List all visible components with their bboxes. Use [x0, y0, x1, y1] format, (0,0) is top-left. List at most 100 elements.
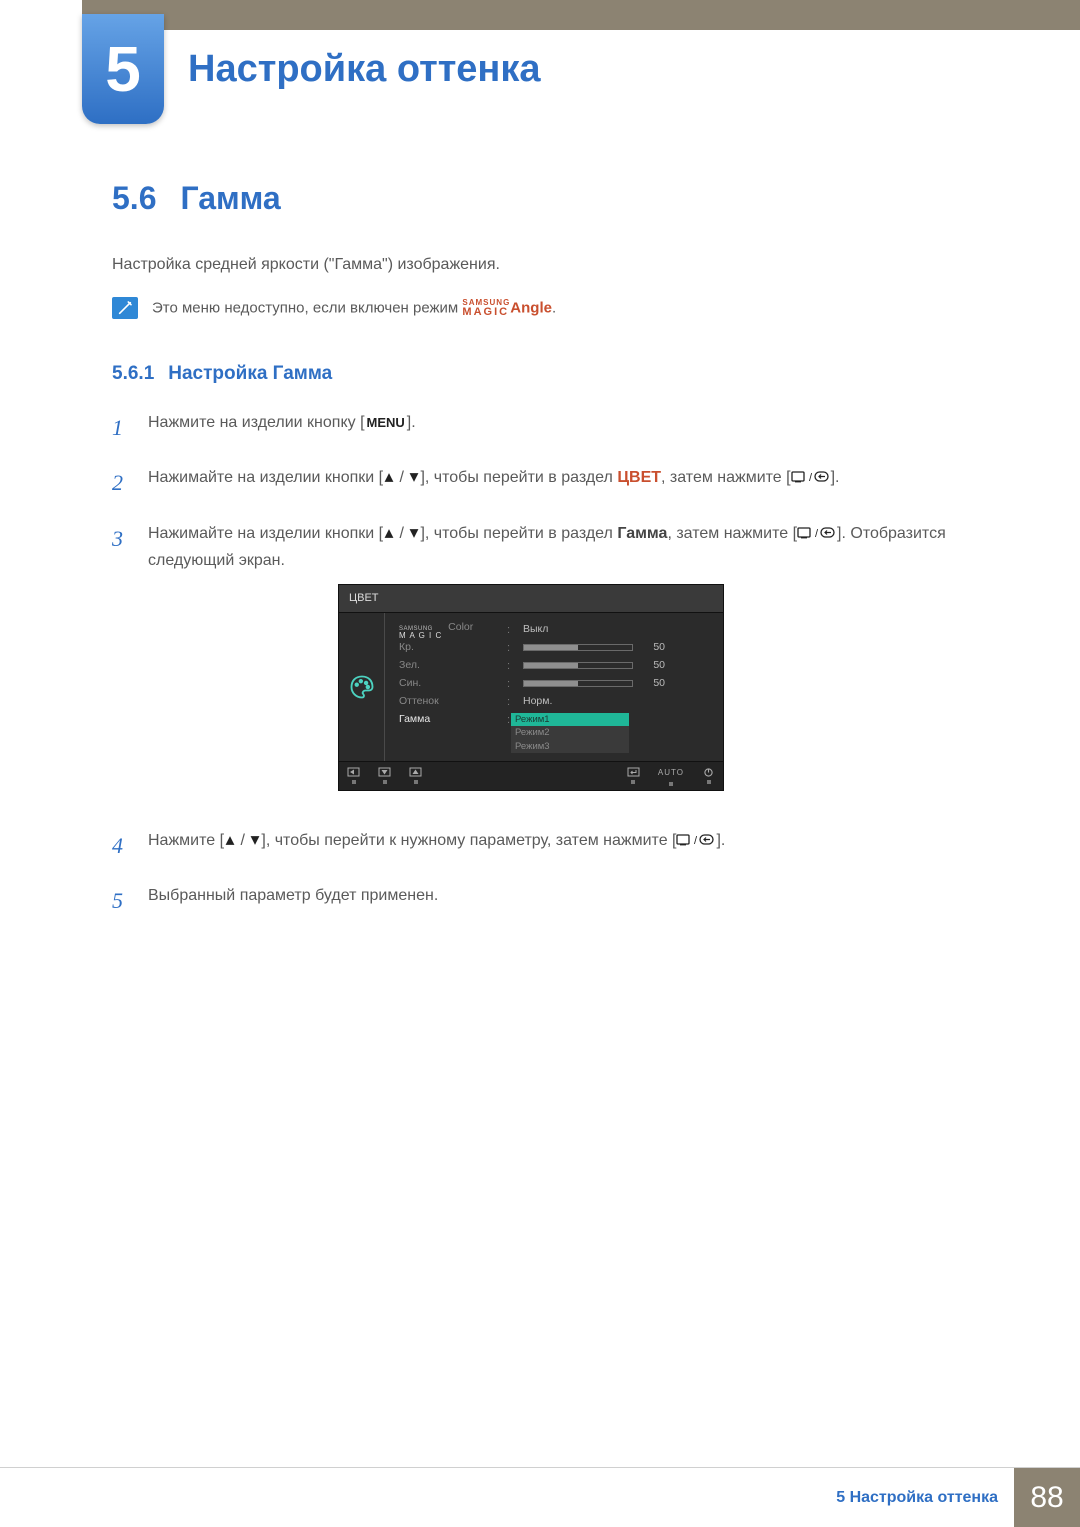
steps-list: 1 Нажмите на изделии кнопку [MENU]. 2 На… — [112, 409, 990, 919]
t: Color — [448, 621, 473, 633]
osd-body: SAMSUNG M A G I C Color : Выкл — [339, 613, 723, 761]
t: AUTO — [658, 766, 684, 780]
keyword-color: ЦВЕТ — [617, 469, 661, 486]
t: Нажмите [ — [148, 832, 224, 849]
osd-footer-power-icon — [702, 767, 715, 784]
slider-bar — [523, 662, 633, 669]
brand-bottom: MAGIC — [462, 307, 510, 318]
slider-fill — [524, 645, 578, 650]
step-5: 5 Выбранный параметр будет применен. — [112, 882, 990, 919]
source-return-icon: / — [676, 833, 716, 847]
t: ], чтобы перейти в раздел — [420, 469, 617, 486]
osd-screenshot: ЦВЕТ — [338, 584, 990, 790]
t: ]. — [831, 469, 840, 486]
note-icon — [112, 297, 138, 319]
step-number: 5 — [112, 882, 130, 919]
osd-value: Выкл — [523, 621, 548, 639]
osd-category-icon-col — [339, 613, 385, 761]
osd-label: Оттенок — [399, 693, 499, 711]
step-number: 2 — [112, 464, 130, 501]
osd-value: 50 — [641, 675, 665, 693]
section-heading: 5.6 Гамма — [112, 180, 990, 217]
t: ]. — [716, 832, 725, 849]
keyword-gamma: Гамма — [617, 525, 667, 542]
t: Нажмите на изделии кнопку [ — [148, 414, 365, 431]
section-intro: Настройка средней яркости ("Гамма") изоб… — [112, 253, 990, 277]
brand-suffix: Angle — [510, 299, 552, 316]
slider-bar — [523, 644, 633, 651]
osd-footer-up-icon — [409, 767, 422, 784]
step-number: 4 — [112, 827, 130, 864]
step-1: 1 Нажмите на изделии кнопку [MENU]. — [112, 409, 990, 446]
up-triangle-icon — [383, 528, 395, 539]
t: , затем нажмите [ — [661, 469, 791, 486]
osd-footer-auto: AUTO — [658, 766, 684, 786]
svg-text:/: / — [815, 528, 819, 540]
footer-chapter-label: 5 Настройка оттенка — [836, 1468, 1014, 1527]
step-number: 3 — [112, 520, 130, 809]
step-3: 3 Нажимайте на изделии кнопки [ / ], что… — [112, 520, 990, 809]
step-4: 4 Нажмите [ / ], чтобы перейти к нужному… — [112, 827, 990, 864]
osd-menu: ЦВЕТ — [338, 584, 724, 790]
step-body: Нажмите на изделии кнопку [MENU]. — [148, 409, 990, 446]
osd-row-tone: Оттенок : Норм. — [399, 693, 713, 711]
colon: : — [507, 693, 515, 712]
osd-label: Син. — [399, 675, 499, 693]
page-content: 5.6 Гамма Настройка средней яркости ("Га… — [112, 180, 990, 937]
up-triangle-icon — [383, 472, 395, 483]
step-number: 1 — [112, 409, 130, 446]
source-return-icon: / — [797, 526, 837, 540]
palette-icon — [348, 673, 376, 701]
t: ], чтобы перейти в раздел — [420, 525, 617, 542]
t: Нажимайте на изделии кнопки [ — [148, 525, 383, 542]
colon: : — [507, 675, 515, 694]
colon: : — [507, 657, 515, 676]
osd-label: Кр. — [399, 639, 499, 657]
subsection-heading: 5.6.1 Настройка Гамма — [112, 363, 990, 385]
down-triangle-icon — [408, 528, 420, 539]
slider-fill — [524, 663, 578, 668]
step-2: 2 Нажимайте на изделии кнопки [ / ], что… — [112, 464, 990, 501]
note-text: Это меню недоступно, если включен режим … — [152, 299, 556, 318]
osd-footer-enter-icon — [627, 767, 640, 784]
footer-page-number: 88 — [1014, 1468, 1080, 1527]
osd-footer-back-icon — [347, 767, 360, 784]
osd-value: 50 — [641, 657, 665, 675]
note-suffix: . — [552, 299, 556, 316]
t: Нажимайте на изделии кнопки [ — [148, 469, 383, 486]
down-triangle-icon — [408, 472, 420, 483]
down-triangle-icon — [249, 835, 261, 846]
osd-footer-down-icon — [378, 767, 391, 784]
osd-footer-left — [347, 767, 422, 784]
osd-row-blue: Син. : 50 — [399, 675, 713, 693]
osd-label: SAMSUNG M A G I C Color — [399, 619, 499, 640]
section-number: 5.6 — [112, 180, 156, 217]
page-footer: 5 Настройка оттенка 88 — [0, 1467, 1080, 1527]
osd-label-active: Гамма — [399, 711, 499, 729]
osd-value: 50 — [641, 639, 665, 657]
samsung-magic-brand: SAMSUNG MAGIC — [462, 299, 510, 318]
chapter-header: 5 Настройка оттенка — [82, 14, 1040, 124]
osd-row-magic-color: SAMSUNG M A G I C Color : Выкл — [399, 621, 713, 639]
svg-text:/: / — [809, 472, 813, 484]
osd-gamma-options: Режим1 Режим2 Режим3 — [511, 713, 629, 753]
osd-value: Норм. — [523, 693, 552, 711]
osd-footer: AUTO — [339, 761, 723, 790]
colon: : — [507, 639, 515, 658]
slider-bar — [523, 680, 633, 687]
slider-fill — [524, 681, 578, 686]
t: , затем нажмите [ — [667, 525, 797, 542]
osd-option: Режим2 — [511, 726, 629, 739]
osd-option-selected: Режим1 — [511, 713, 629, 726]
chapter-title: Настройка оттенка — [188, 48, 541, 91]
osd-row-red: Кр. : 50 — [399, 639, 713, 657]
osd-label: Зел. — [399, 657, 499, 675]
t: ], чтобы перейти к нужному параметру, за… — [261, 832, 676, 849]
note-prefix: Это меню недоступно, если включен режим — [152, 299, 462, 316]
t: ]. — [407, 414, 416, 431]
source-return-icon: / — [791, 470, 831, 484]
menu-button-label: MENU — [365, 412, 407, 434]
colon: : — [507, 711, 515, 730]
osd-items: SAMSUNG M A G I C Color : Выкл — [385, 613, 723, 761]
step-body: Нажимайте на изделии кнопки [ / ], чтобы… — [148, 464, 990, 501]
